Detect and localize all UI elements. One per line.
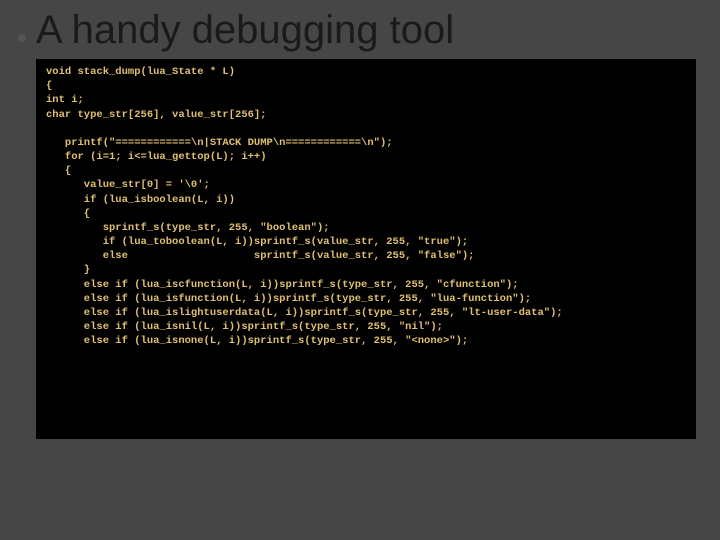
slide: A handy debugging tool void stack_dump(l…	[0, 0, 720, 540]
slide-title: A handy debugging tool	[36, 8, 696, 53]
bullet-icon	[18, 34, 26, 42]
code-block: void stack_dump(lua_State * L) { int i; …	[36, 59, 696, 439]
